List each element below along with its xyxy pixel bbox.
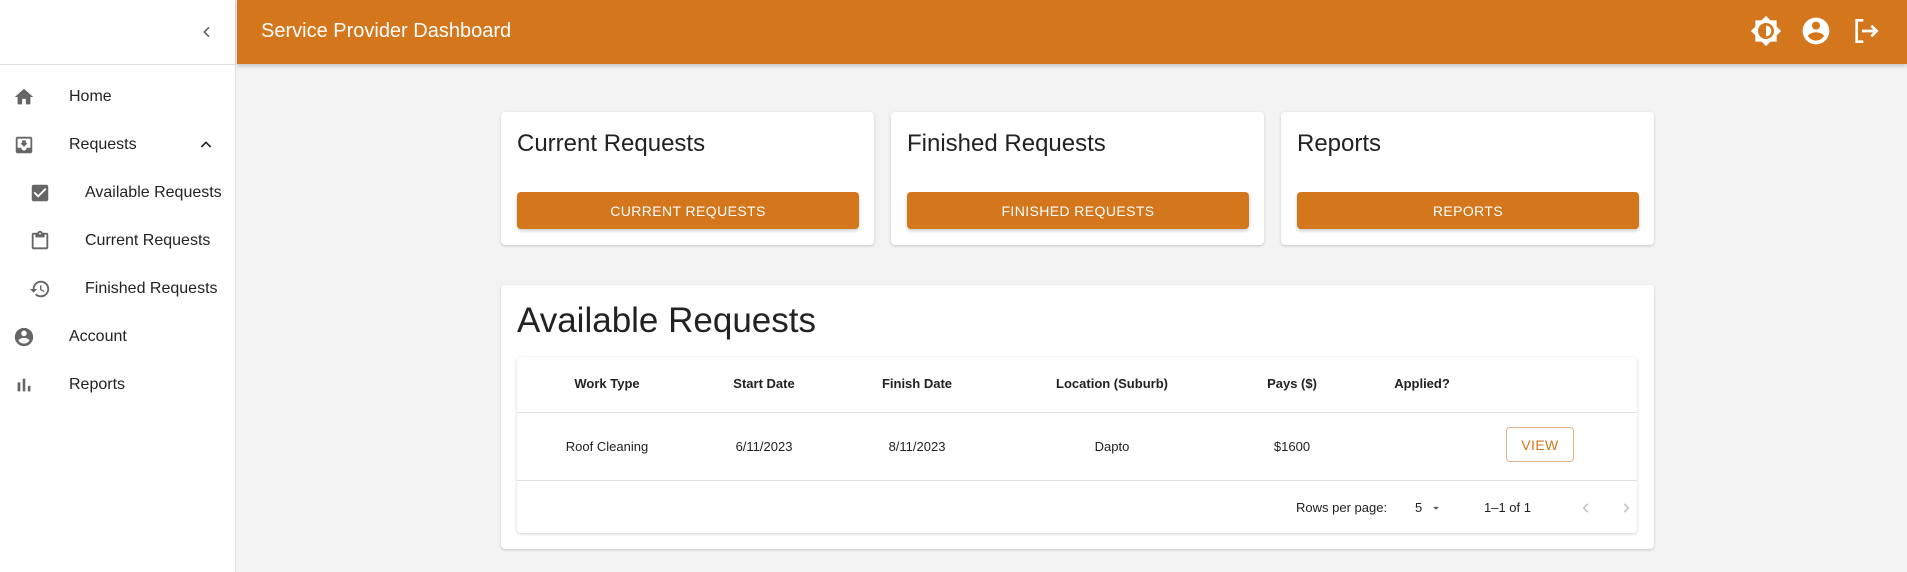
sidebar-header <box>0 0 235 65</box>
card-title: Finished Requests <box>907 130 1106 157</box>
account-circle-icon <box>13 326 35 348</box>
column-header[interactable]: Start Date <box>709 376 819 391</box>
divider <box>517 480 1637 481</box>
history-icon <box>29 278 51 300</box>
home-icon <box>13 86 35 108</box>
card-title: Reports <box>1297 130 1382 157</box>
sidebar-item-current-requests[interactable]: Current Requests <box>0 217 236 265</box>
checkbox-icon <box>29 182 51 204</box>
logout-button[interactable] <box>1849 14 1883 48</box>
current-requests-card: Current Requests CURRENT REQUESTS <box>501 112 874 245</box>
sidebar-item-home[interactable]: Home <box>0 73 236 121</box>
sidebar: Home Requests Available Requests Current… <box>0 0 236 572</box>
collapse-sidebar-button[interactable] <box>193 18 221 46</box>
current-requests-button[interactable]: CURRENT REQUESTS <box>517 192 859 229</box>
sidebar-item-requests[interactable]: Requests <box>0 121 236 169</box>
reports-card: Reports REPORTS <box>1281 112 1654 245</box>
sidebar-item-account[interactable]: Account <box>0 313 236 361</box>
cell-location: Dapto <box>1094 439 1130 454</box>
inbox-icon <box>13 134 35 156</box>
cell-work-type: Roof Cleaning <box>565 439 649 454</box>
brightness-icon <box>1750 15 1782 47</box>
account-button[interactable] <box>1799 14 1833 48</box>
rows-per-page-label: Rows per page: <box>1296 500 1388 515</box>
sidebar-item-label: Home <box>69 88 112 105</box>
sidebar-item-label: Reports <box>69 376 126 393</box>
sidebar-item-label: Current Requests <box>85 232 211 249</box>
rows-per-page-value: 5 <box>1415 500 1423 515</box>
rows-per-page-select[interactable]: 5 <box>1415 495 1451 521</box>
column-header[interactable]: Pays ($) <box>1237 376 1347 391</box>
chevron-left-icon <box>1582 503 1589 513</box>
finished-requests-button[interactable]: FINISHED REQUESTS <box>907 192 1249 229</box>
chevron-right-icon <box>1623 503 1630 513</box>
dropdown-arrow-icon <box>1433 506 1439 510</box>
clipboard-icon <box>29 230 51 252</box>
sidebar-item-finished-requests[interactable]: Finished Requests <box>0 265 236 313</box>
cell-finish-date: 8/11/2023 <box>888 439 946 454</box>
column-header[interactable]: Finish Date <box>862 376 972 391</box>
bar-chart-icon <box>13 374 35 396</box>
cell-pays: $1600 <box>1273 439 1311 454</box>
column-header[interactable]: Applied? <box>1367 376 1477 391</box>
theme-toggle-button[interactable] <box>1749 14 1783 48</box>
sidebar-item-label: Requests <box>69 136 137 153</box>
column-header[interactable]: Location (Suburb) <box>1037 376 1187 391</box>
section-title: Available Requests <box>517 301 816 340</box>
page-title: Service Provider Dashboard <box>261 20 512 42</box>
divider <box>517 412 1637 413</box>
available-requests-card: Available Requests Work Type Start Date … <box>501 285 1654 549</box>
view-button[interactable]: VIEW <box>1506 427 1574 462</box>
account-circle-icon <box>1802 17 1830 45</box>
sidebar-item-label: Finished Requests <box>85 280 218 297</box>
finished-requests-card: Finished Requests FINISHED REQUESTS <box>891 112 1264 245</box>
sidebar-item-available-requests[interactable]: Available Requests <box>0 169 236 217</box>
reports-button[interactable]: REPORTS <box>1297 192 1639 229</box>
previous-page-button[interactable] <box>1572 494 1600 522</box>
logout-icon <box>1855 19 1879 43</box>
pagination-range: 1–1 of 1 <box>1484 500 1531 515</box>
sidebar-item-label: Available Requests <box>85 184 222 201</box>
app-bar: Service Provider Dashboard <box>237 0 1907 64</box>
cell-start-date: 6/11/2023 <box>735 439 793 454</box>
next-page-button[interactable] <box>1612 494 1640 522</box>
card-title: Current Requests <box>517 130 706 157</box>
column-header[interactable]: Work Type <box>537 376 677 391</box>
sidebar-item-label: Account <box>69 328 127 345</box>
sidebar-item-reports[interactable]: Reports <box>0 361 236 409</box>
chevron-up-icon[interactable] <box>196 135 216 155</box>
requests-table: Work Type Start Date Finish Date Locatio… <box>517 357 1637 533</box>
chevron-left-icon <box>203 26 210 38</box>
